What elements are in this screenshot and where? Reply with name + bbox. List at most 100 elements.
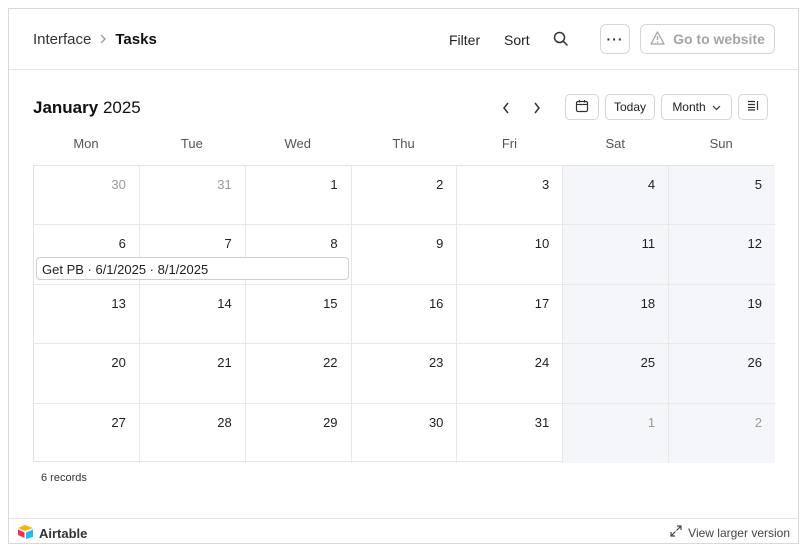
day-cell[interactable]: 2 [669, 403, 775, 463]
day-cell[interactable]: 19 [669, 284, 775, 345]
breadcrumb: Interface Tasks [33, 31, 157, 48]
day-cell[interactable]: 1 [245, 166, 352, 226]
day-cell[interactable]: 5 [669, 166, 775, 226]
day-number: 4 [647, 177, 656, 192]
list-view-button[interactable] [738, 94, 768, 120]
day-number: 1 [647, 414, 656, 430]
day-cell[interactable]: 4 [563, 166, 670, 226]
day-cell[interactable]: 23 [351, 344, 458, 404]
warning-icon [650, 30, 665, 48]
weekday-label: Sat [605, 136, 626, 151]
day-number: 27 [111, 414, 126, 430]
day-number: 5 [754, 177, 762, 192]
day-cell[interactable]: 15 [245, 284, 352, 345]
day-number: 28 [217, 414, 232, 430]
day-cell[interactable]: 29 [246, 403, 352, 463]
day-number: 2 [754, 414, 762, 430]
day-number: 11 [641, 236, 656, 252]
day-cell[interactable]: 14 [139, 284, 246, 345]
day-number: 18 [640, 295, 656, 311]
day-cell[interactable]: 16 [351, 284, 458, 345]
day-number: 6 [118, 236, 126, 252]
day-cell[interactable]: 28 [140, 403, 246, 463]
day-number: 19 [747, 295, 762, 311]
day-number: 31 [534, 414, 550, 430]
day-number: 21 [217, 355, 232, 371]
day-number: 26 [747, 355, 762, 371]
more-options-button[interactable]: ··· [600, 24, 630, 54]
day-cell[interactable]: 21 [139, 344, 246, 404]
weekday-label: Mon [73, 136, 99, 151]
view-larger-link[interactable]: View larger version [670, 525, 790, 540]
sort-button[interactable]: Sort [504, 32, 530, 48]
day-cell[interactable]: 12 [669, 225, 775, 285]
go-to-website-label: Go to website [673, 31, 765, 47]
day-number: 2 [436, 177, 444, 192]
day-cell[interactable]: 30 [352, 403, 458, 463]
go-to-website-button[interactable]: Go to website [640, 24, 775, 54]
day-cell[interactable]: 10 [457, 225, 564, 285]
month-title: January 2025 [33, 98, 141, 117]
chevron-down-icon [712, 100, 721, 114]
day-cell[interactable]: 25 [563, 344, 670, 404]
day-cell[interactable]: 31 [457, 403, 564, 463]
weekday-label: Fri [501, 136, 517, 151]
day-number: 22 [323, 355, 338, 371]
day-cell[interactable]: 27 [34, 403, 140, 463]
search-icon[interactable] [553, 31, 569, 47]
footer: Airtable View larger version [9, 518, 798, 543]
chevron-right-icon [99, 32, 107, 47]
weekday-label: Wed [284, 136, 311, 151]
day-cell[interactable]: 22 [245, 344, 352, 404]
day-cell[interactable]: 17 [457, 284, 564, 345]
calendar-grid: 30 31 1 2 3 4 5 6 7 8 9 10 11 12 13 14 15 16 17 18 19 20 21 22 2… [33, 165, 775, 463]
airtable-logo[interactable]: Airtable [17, 524, 87, 542]
day-number: 3 [542, 177, 550, 192]
calendar-icon [575, 99, 589, 116]
day-cell[interactable]: 20 [34, 344, 140, 404]
day-number: 14 [217, 295, 232, 311]
day-number: 25 [640, 355, 656, 371]
day-number: 24 [534, 355, 550, 371]
weekday-label: Tue [180, 136, 203, 151]
day-number: 12 [747, 236, 762, 252]
breadcrumb-interface[interactable]: Interface [33, 31, 91, 48]
day-cell[interactable]: 18 [563, 284, 670, 345]
calendar-event[interactable]: Get PB · 6/1/2025 · 8/1/2025 [36, 257, 349, 280]
day-cell[interactable]: 26 [669, 344, 775, 404]
embed-frame: Interface Tasks Filter Sort ··· Go to we… [8, 8, 799, 544]
day-number: 31 [217, 177, 232, 192]
top-bar: Interface Tasks Filter Sort ··· Go to we… [9, 9, 798, 70]
filter-button[interactable]: Filter [449, 32, 480, 48]
day-cell[interactable]: 9 [351, 225, 458, 285]
today-button[interactable]: Today [605, 94, 655, 120]
airtable-logo-icon [17, 524, 35, 542]
day-cell[interactable]: 31 [139, 166, 246, 226]
day-cell[interactable]: 11 [563, 225, 670, 285]
list-icon [747, 100, 760, 114]
more-icon: ··· [606, 31, 624, 47]
day-cell[interactable]: 30 [34, 166, 140, 226]
day-cell[interactable]: 1 [563, 403, 670, 463]
previous-month-icon[interactable] [500, 101, 512, 115]
day-number: 15 [323, 295, 338, 311]
day-number: 17 [534, 295, 550, 311]
day-number: 29 [323, 414, 338, 430]
breadcrumb-current-page: Tasks [115, 31, 157, 48]
day-cell[interactable]: 3 [457, 166, 564, 226]
next-month-icon[interactable] [531, 101, 543, 115]
day-cell[interactable]: 2 [351, 166, 458, 226]
day-number: 30 [111, 177, 126, 192]
day-number: 7 [224, 236, 232, 252]
weekday-label: Thu [392, 136, 415, 151]
day-number: 9 [436, 236, 444, 252]
day-number: 30 [428, 414, 444, 430]
date-picker-button[interactable] [565, 94, 599, 120]
records-count: 6 records [41, 472, 87, 484]
day-number: 13 [111, 295, 126, 311]
day-number: 8 [330, 236, 338, 252]
day-cell[interactable]: 24 [457, 344, 564, 404]
day-number: 23 [428, 355, 444, 371]
view-mode-select[interactable]: Month [661, 94, 732, 120]
day-cell[interactable]: 13 [34, 284, 140, 345]
